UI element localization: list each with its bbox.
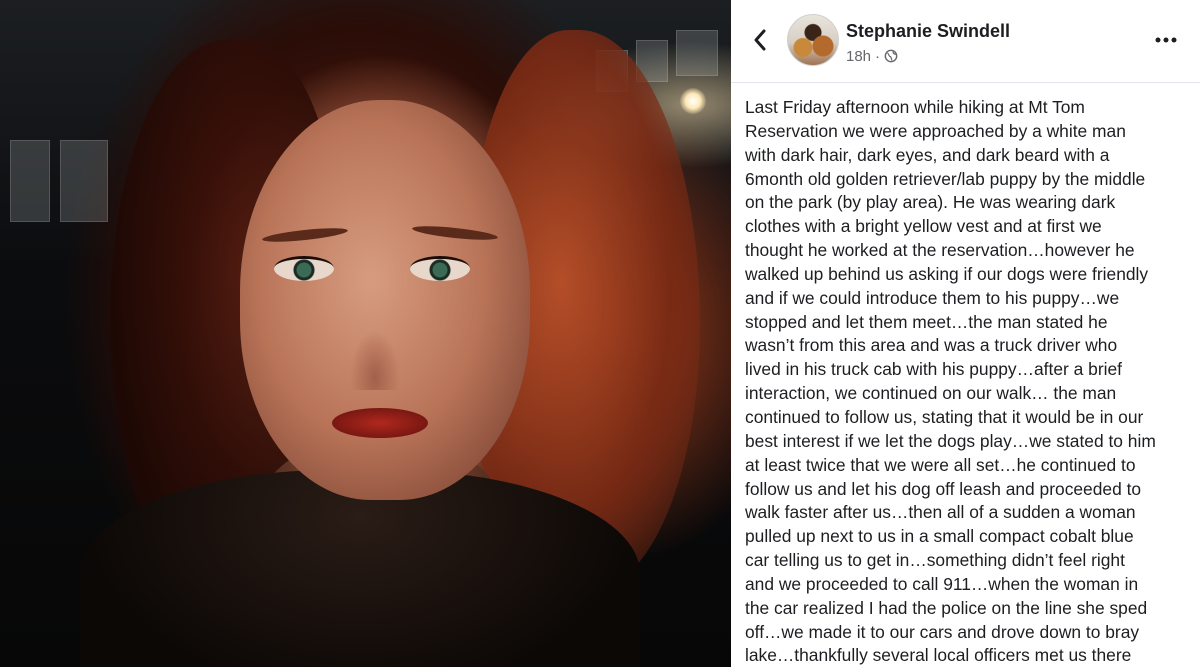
- post-text-line: off…we made it to our cars and drove dow…: [745, 621, 1140, 642]
- post-timestamp[interactable]: 18h: [846, 48, 871, 65]
- more-dots-icon: [1155, 37, 1177, 43]
- post-text-line: thought he worked at the reservation…how…: [745, 240, 1135, 261]
- author-name[interactable]: Stephanie Swindell: [846, 21, 1010, 42]
- post-text-line: on the park (by play area). He was weari…: [745, 192, 1116, 213]
- post-header: Stephanie Swindell 18h ·: [731, 0, 1200, 83]
- profile-photo: [0, 0, 731, 667]
- post-text-line: car telling us to get in…something didn’…: [745, 550, 1125, 571]
- lips: [332, 408, 428, 438]
- post-text-line: lake…thankfully several local officers m…: [745, 645, 1132, 666]
- nose: [350, 330, 400, 390]
- post-text: Last Friday afternoon while hiking at Mt…: [745, 96, 1185, 667]
- background-window: [10, 140, 50, 222]
- post-text-line: walked up behind us asking if our dogs w…: [745, 263, 1149, 284]
- post-text-line: interaction, we continued on our walk… t…: [745, 383, 1117, 404]
- post-text-line: lived in his truck cab with his puppy…af…: [745, 359, 1122, 380]
- post-text-line: stopped and let them meet…the man stated…: [745, 311, 1108, 332]
- face: [240, 100, 530, 500]
- post-meta: 18h ·: [846, 46, 898, 66]
- post-text-line: continued to follow us, stating that it …: [745, 406, 1144, 427]
- post-text-line: 6month old golden retriever/lab puppy by…: [745, 168, 1146, 189]
- left-eye: [274, 256, 334, 281]
- background-window: [60, 140, 108, 222]
- background-light: [680, 88, 706, 114]
- globe-icon[interactable]: [884, 49, 898, 63]
- meta-separator: ·: [875, 47, 881, 65]
- post-text-line: and if we could introduce them to his pu…: [745, 287, 1120, 308]
- avatar[interactable]: [787, 14, 839, 66]
- post-text-line: Last Friday afternoon while hiking at Mt…: [745, 97, 1085, 117]
- post-text-line: and we proceeded to call 911…when the wo…: [745, 573, 1139, 594]
- background-window: [676, 30, 718, 76]
- right-eye: [410, 256, 470, 281]
- back-arrow-icon: [754, 29, 766, 51]
- post-text-line: wasn’t from this area and was a truck dr…: [745, 335, 1118, 356]
- post-text-line: best interest if we let the dogs play…we…: [745, 430, 1156, 451]
- post-text-line: clothes with a bright yellow vest and at…: [745, 216, 1102, 237]
- post-text-line: with dark hair, dark eyes, and dark bear…: [745, 144, 1110, 165]
- post-panel: Stephanie Swindell 18h · Last Friday aft…: [731, 0, 1200, 667]
- post-text-line: at least twice that we were all set…he c…: [745, 454, 1136, 475]
- post-text-line: the car realized I had the police on the…: [745, 597, 1148, 618]
- back-button[interactable]: [747, 24, 773, 56]
- more-options-button[interactable]: [1151, 26, 1181, 54]
- post-text-line: walk faster after us…then all of a sudde…: [745, 502, 1136, 523]
- post-text-line: pulled up next to us in a small compact …: [745, 526, 1134, 547]
- dark-top: [80, 470, 640, 667]
- post-text-line: Reservation we were approached by a whit…: [745, 120, 1126, 141]
- post-text-line: follow us and let his dog off leash and …: [745, 478, 1142, 499]
